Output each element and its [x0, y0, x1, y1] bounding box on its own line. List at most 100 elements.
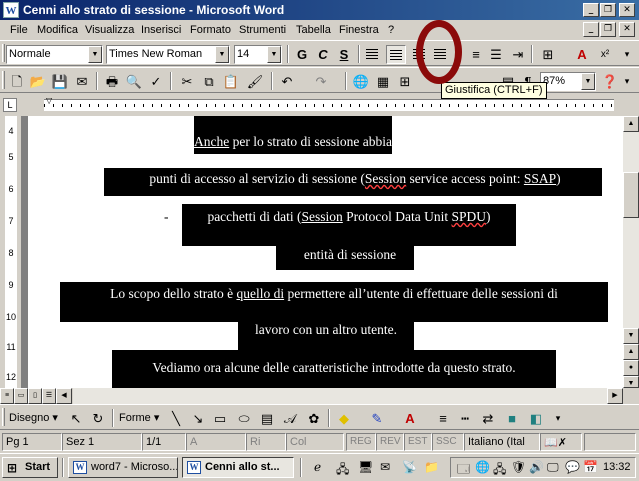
superscript-button[interactable]: x² [595, 45, 615, 64]
scroll-up-button[interactable]: ▲ [623, 116, 639, 132]
doc-paragraph-6[interactable]: lavoro con un altro utente. [238, 322, 414, 338]
task-cenni[interactable]: W Cenni allo st... [182, 457, 294, 478]
copy-button[interactable]: ⧉ [199, 72, 219, 91]
select-objects-button[interactable]: ↖ [66, 409, 86, 428]
print-preview-button[interactable]: 🔍 [124, 72, 144, 91]
font-combo[interactable]: Times New Roman ▼ [106, 45, 230, 64]
size-combo[interactable]: 14 ▼ [234, 45, 282, 64]
outline-view-button[interactable]: ☰ [42, 388, 56, 404]
vertical-scrollbar[interactable]: ▲ ▼ ▲ ● ▼ [623, 116, 639, 388]
paste-button[interactable]: 📋 [221, 72, 241, 91]
menu-finestra[interactable]: Finestra [339, 24, 379, 36]
new-button[interactable]: 🗋 [7, 72, 27, 91]
status-language[interactable]: Italiano (Ital [464, 433, 540, 451]
chevron-down-icon[interactable]: ▼ [88, 46, 102, 63]
print-view-button[interactable]: ▯ [28, 388, 42, 404]
wordart-button[interactable]: 𝒜 [280, 409, 300, 428]
status-rev[interactable]: REV [376, 433, 404, 451]
status-rec[interactable]: REG [346, 433, 376, 451]
indent-button[interactable]: ⇥ [508, 45, 528, 64]
web-view-button[interactable]: ▭ [14, 388, 28, 404]
tab-selector[interactable]: L [3, 98, 17, 112]
tables-borders-button[interactable]: ▦ [373, 72, 393, 91]
folder-icon[interactable]: 📁 [424, 460, 439, 474]
desktop-icon[interactable]: 🖥 [358, 460, 373, 474]
insert-table-button[interactable]: ⊞ [395, 72, 415, 91]
network-icon[interactable]: 🖧 [336, 460, 349, 481]
start-button[interactable]: ⊞ Start [2, 457, 58, 478]
scroll-thumb[interactable] [623, 172, 639, 218]
bullets-button[interactable]: ☰ [486, 45, 506, 64]
ie-icon[interactable]: ℯ [314, 460, 321, 474]
redo-button[interactable]: ↷ [311, 72, 331, 91]
channel-icon[interactable]: 📡 [402, 460, 417, 474]
shadow-button[interactable]: ■ [502, 409, 522, 428]
spelling-button[interactable]: ✓ [146, 72, 166, 91]
draw-menu-button[interactable]: Disegno ▾ [9, 411, 58, 424]
tray-scheduler-icon[interactable]: 📅 [583, 460, 598, 474]
maximize-button[interactable]: ❐ [600, 3, 616, 17]
autoshapes-button[interactable]: Forme ▾ [119, 411, 159, 424]
minimize-button[interactable]: _ [583, 3, 599, 17]
zoom-combo[interactable]: 87% ▼ [540, 72, 596, 91]
doc-close-button[interactable]: ✕ [619, 22, 635, 37]
tray-network-icon[interactable]: 🖧 [493, 460, 506, 481]
status-ovr[interactable]: SSC [432, 433, 464, 451]
fill-color-button[interactable]: ◆ [334, 409, 354, 428]
doc-paragraph-7[interactable]: Vediamo ora alcune delle caratteristiche… [112, 360, 556, 376]
tray-chat-icon[interactable]: 💬 [565, 460, 580, 474]
doc-paragraph-1[interactable]: Anche per lo strato di sessione abbiamo [194, 134, 409, 150]
line-color-button[interactable]: ✎ [367, 409, 387, 428]
chevron-down-icon[interactable]: ▼ [215, 46, 229, 63]
line-style-button[interactable]: ≡ [433, 409, 453, 428]
3d-button[interactable]: ◧ [526, 409, 546, 428]
tray-antivirus-icon[interactable]: 🛡 [511, 460, 526, 474]
doc-restore-button[interactable]: ❐ [600, 22, 616, 37]
italic-button[interactable]: C [313, 45, 333, 64]
tray-globe-icon[interactable]: 🌐 [475, 460, 490, 474]
toolbar-grip[interactable] [2, 408, 5, 426]
arrow-style-button[interactable]: ⇄ [478, 409, 498, 428]
close-button[interactable]: ✕ [619, 3, 635, 17]
text-box-button[interactable]: ▤ [257, 409, 277, 428]
menu-formato[interactable]: Formato [190, 24, 231, 36]
indent-marker[interactable]: ▽ [46, 96, 52, 105]
tray-icon-1[interactable]: 🗔 [457, 460, 470, 481]
email-button[interactable]: ✉ [72, 72, 92, 91]
menu-file[interactable]: File [10, 24, 28, 36]
style-combo[interactable]: Normale ▼ [6, 45, 103, 64]
toolbar-grip[interactable] [2, 71, 5, 89]
chevron-down-icon[interactable]: ▼ [581, 73, 595, 90]
toolbar-options-button[interactable]: ▾ [548, 409, 568, 428]
menu-modifica[interactable]: Modifica [37, 24, 78, 36]
horizontal-scrollbar[interactable]: ≡ ▭ ▯ ☰ ◀ ▶ [0, 388, 639, 404]
normal-view-button[interactable]: ≡ [0, 388, 14, 404]
tray-speaker-icon[interactable]: 🔊 [529, 460, 544, 474]
numbering-button[interactable]: ≡ [466, 45, 486, 64]
font-color-button[interactable]: A [572, 45, 592, 64]
document-area[interactable]: Anche per lo strato di sessione abbiamo … [22, 116, 623, 388]
scroll-left-button[interactable]: ◀ [56, 388, 72, 404]
next-page-button[interactable]: ▼ [623, 376, 639, 388]
tray-display-icon[interactable]: 🖵 [547, 460, 559, 475]
menu-inserisci[interactable]: Inserisci [141, 24, 181, 36]
clipart-button[interactable]: ✿ [304, 409, 324, 428]
toolbar-options-button[interactable]: ▾ [617, 72, 637, 91]
spelling-status[interactable]: 📖✗ [540, 433, 582, 451]
doc-paragraph-4[interactable]: entità di sessione [286, 247, 414, 263]
menu-visualizza[interactable]: Visualizza [85, 24, 134, 36]
chevron-down-icon[interactable]: ▼ [267, 46, 281, 63]
word-app-icon[interactable]: W [3, 2, 19, 18]
oval-button[interactable]: ⬭ [234, 409, 254, 428]
toolbar-options-button[interactable]: ▾ [617, 45, 637, 64]
mail-icon[interactable]: ✉ [380, 460, 390, 474]
bold-button[interactable]: G [292, 45, 312, 64]
doc-paragraph-2[interactable]: punti di accesso al servizio di sessione… [108, 171, 602, 187]
menu-strumenti[interactable]: Strumenti [239, 24, 286, 36]
format-painter-button[interactable]: 🖌 [245, 72, 265, 91]
doc-paragraph-5[interactable]: Lo scopo dello strato è quello di permet… [60, 286, 608, 302]
align-left-button[interactable] [362, 45, 382, 64]
document-page[interactable]: Anche per lo strato di sessione abbiamo … [28, 116, 623, 388]
rectangle-button[interactable]: ▭ [210, 409, 230, 428]
save-button[interactable]: 💾 [50, 72, 70, 91]
